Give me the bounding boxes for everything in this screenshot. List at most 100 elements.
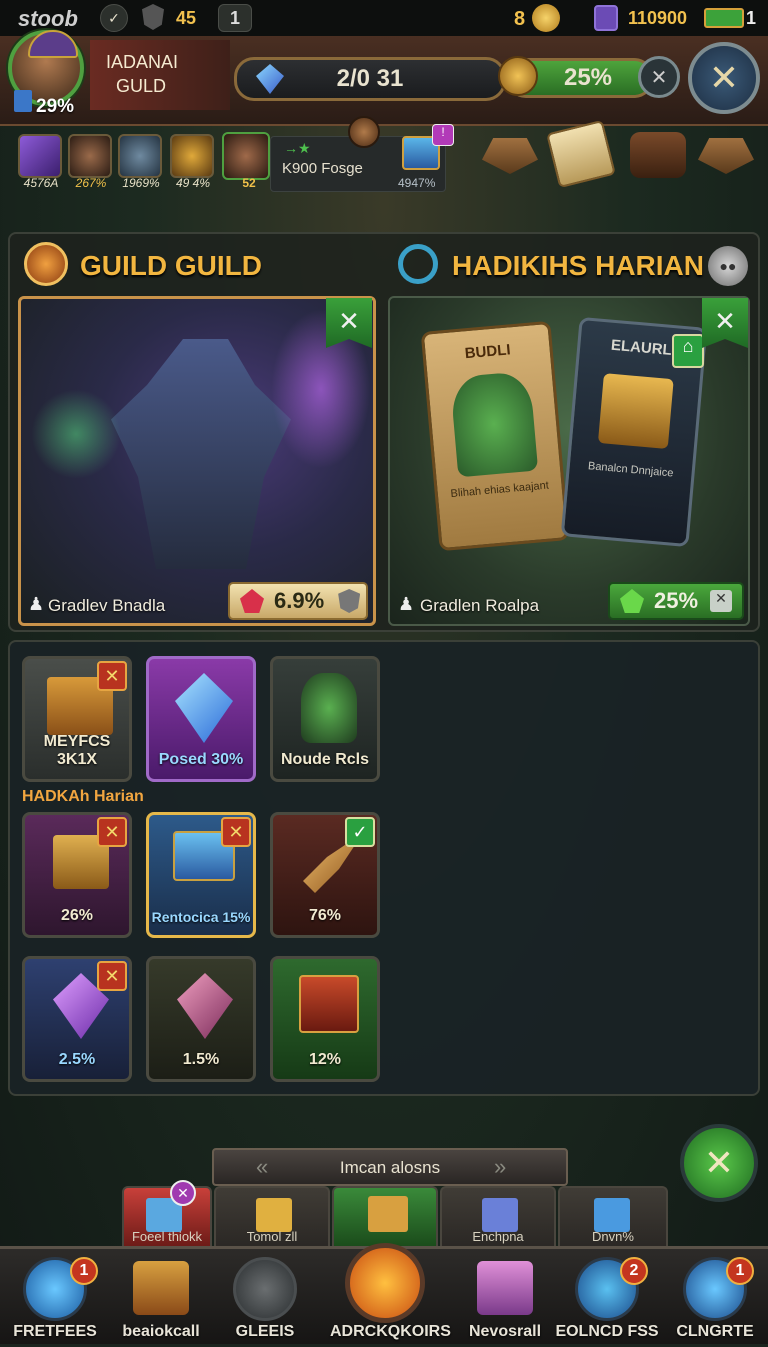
trophy-icon — [498, 56, 538, 96]
tile-1-label: MEYFCS 3K1X — [43, 733, 111, 768]
bottom-tab-5[interactable]: Dnvn% — [558, 1186, 668, 1248]
tile-5-label: Rentocica 15% — [151, 909, 251, 925]
featured-card-right[interactable]: BUDLI Blihah ehias kaajant ELAURL Banalc… — [388, 296, 750, 626]
tab-2-icon — [256, 1198, 292, 1232]
status-bar: stoob ✓ 45 1 8 110900 1 — [0, 0, 768, 36]
card-art-1-title: BUDLI — [464, 341, 512, 363]
item-tile-3[interactable]: Noude Rcls — [270, 656, 380, 782]
leather-bag-icon[interactable] — [630, 132, 686, 178]
resource-hero-green[interactable] — [222, 132, 270, 180]
confirm-round-button[interactable]: ✕ — [680, 1124, 758, 1202]
item-tile-8[interactable]: 1.5% — [146, 956, 256, 1082]
tile-9-label: 12% — [308, 1051, 342, 1068]
nav-1-badge: 1 — [70, 1257, 98, 1285]
nav-item-1[interactable]: 1 FRETFEES — [0, 1249, 110, 1347]
nav-4-label: ADRCKQKOIRS — [330, 1323, 451, 1340]
main-action-icon — [345, 1243, 425, 1323]
bottom-nav: 1 FRETFEES beaiokcall GLEEIS ADRCKQKOIRS… — [0, 1243, 768, 1347]
tab-1-badge: ✕ — [170, 1180, 196, 1206]
nav-6-label: EOLNCD FSS — [555, 1323, 659, 1340]
chest-gem-badge: ! — [432, 124, 454, 146]
item-tile-4[interactable]: ✕ 26% — [22, 812, 132, 938]
book-icon — [14, 90, 32, 112]
featured-card-left[interactable] — [18, 296, 376, 626]
tab-2-label: Tomol zll — [246, 1229, 298, 1244]
gems-value: 110900 — [628, 8, 688, 28]
nav-2-label: beaiokcall — [122, 1323, 200, 1340]
nav-item-4[interactable]: ADRCKQKOIRS — [330, 1243, 451, 1347]
tile-8-label: 1.5% — [182, 1051, 220, 1068]
nav-item-7[interactable]: 1 CLNGRTE — [660, 1249, 768, 1347]
nav-3-label: GLEEIS — [235, 1323, 295, 1340]
tile-1-badge: ✕ — [97, 661, 127, 691]
green-aura — [31, 389, 121, 479]
left-section-title: GUILD GUILD — [80, 250, 262, 281]
item-tile-5[interactable]: ✕ Rentocica 15% — [146, 812, 256, 938]
tab-5-label: Dnvn% — [592, 1229, 634, 1244]
resource-label-1: 4576A — [23, 176, 59, 190]
right-card-person-icon: ♟ — [398, 594, 415, 614]
nav-item-5[interactable]: Nevosrall — [450, 1249, 560, 1347]
item-tile-2[interactable]: Posed 30% — [146, 656, 256, 782]
left-card-pct-tag[interactable]: 6.9% — [228, 582, 368, 620]
resource-label-5: 52 — [242, 176, 256, 190]
blue-crystal-icon — [175, 673, 233, 743]
card-lock-badge: ⌂ — [672, 334, 704, 368]
guild-name-1: IADANAI — [106, 52, 179, 72]
hero-warrior-image — [111, 339, 291, 569]
left-shield-icon — [338, 589, 361, 613]
tile-4-badge: ✕ — [97, 817, 127, 847]
close-button[interactable]: ✕ — [688, 42, 760, 114]
tab-5-icon — [594, 1198, 630, 1232]
resource-label-2: 267% — [75, 176, 107, 190]
tile-5-badge: ✕ — [221, 817, 251, 847]
right-card-pct-tag[interactable]: 25% ✕ — [608, 582, 744, 620]
bottom-tab-1[interactable]: Foeel thiokk — [122, 1186, 212, 1248]
tab-4-icon — [482, 1198, 518, 1232]
item-tile-7[interactable]: ✕ 2.5% — [22, 956, 132, 1082]
left-card-caption: Gradlev Bnadla — [48, 596, 166, 615]
item-tile-9[interactable]: 12% — [270, 956, 380, 1082]
forge-sub: 4947% — [398, 176, 436, 190]
guild-name-2: GULD — [116, 76, 167, 96]
card-art-1-hero — [449, 370, 539, 478]
tile-7-badge: ✕ — [97, 961, 127, 991]
tab-4-label: Enchpna — [472, 1229, 524, 1244]
resource-gold-crest[interactable] — [170, 134, 214, 178]
ruby-icon — [240, 589, 264, 613]
battery-icon — [704, 8, 744, 28]
right-close-small-icon: ✕ — [710, 590, 733, 612]
resource-purple-gem[interactable] — [18, 134, 62, 178]
avatar-pct: 29% — [36, 96, 75, 117]
bottom-tab-2[interactable]: Tomol zll — [214, 1186, 330, 1248]
card-art-1: BUDLI Blihah ehias kaajant — [420, 320, 570, 552]
nav-item-6[interactable]: 2 EOLNCD FSS — [552, 1249, 662, 1347]
tile-7-label: 2.5% — [58, 1051, 96, 1068]
tile-4-label: 26% — [60, 907, 94, 924]
tab-3-icon — [368, 1196, 408, 1232]
level-pill: 1 — [218, 4, 252, 32]
forge-crest-icon — [348, 116, 380, 148]
nav-item-3[interactable]: GLEEIS — [210, 1249, 320, 1347]
nav-5-label: Nevosrall — [468, 1323, 542, 1340]
bottom-tab-4[interactable]: Enchpna — [440, 1186, 556, 1248]
item-tile-1[interactable]: ✕ MEYFCS 3K1X — [22, 656, 132, 782]
plus-nav-icon — [233, 1257, 297, 1321]
left-card-person-icon: ♟ — [28, 594, 45, 614]
resource-shield[interactable] — [118, 134, 162, 178]
card-art-2-chest — [597, 373, 674, 449]
nav-item-2[interactable]: beaiokcall — [106, 1249, 216, 1347]
search-icon — [398, 244, 438, 284]
forge-name: K900 Fosge — [282, 160, 363, 177]
nav-6-badge: 2 — [620, 1257, 648, 1285]
item-tile-6[interactable]: ✓ 76% — [270, 812, 380, 938]
resource-hero-portrait[interactable] — [68, 134, 112, 178]
nav-1-label: FRETFEES — [13, 1323, 97, 1340]
small-close-button[interactable]: ✕ — [638, 56, 680, 98]
gift-nav-icon — [133, 1261, 189, 1315]
info-button[interactable]: ●● — [708, 246, 748, 286]
left-card-pct: 6.9% — [274, 588, 325, 613]
pager-next-button[interactable]: » — [494, 1154, 506, 1180]
mute-icon[interactable]: ✓ — [100, 4, 128, 32]
bottom-tab-3[interactable] — [332, 1186, 438, 1248]
